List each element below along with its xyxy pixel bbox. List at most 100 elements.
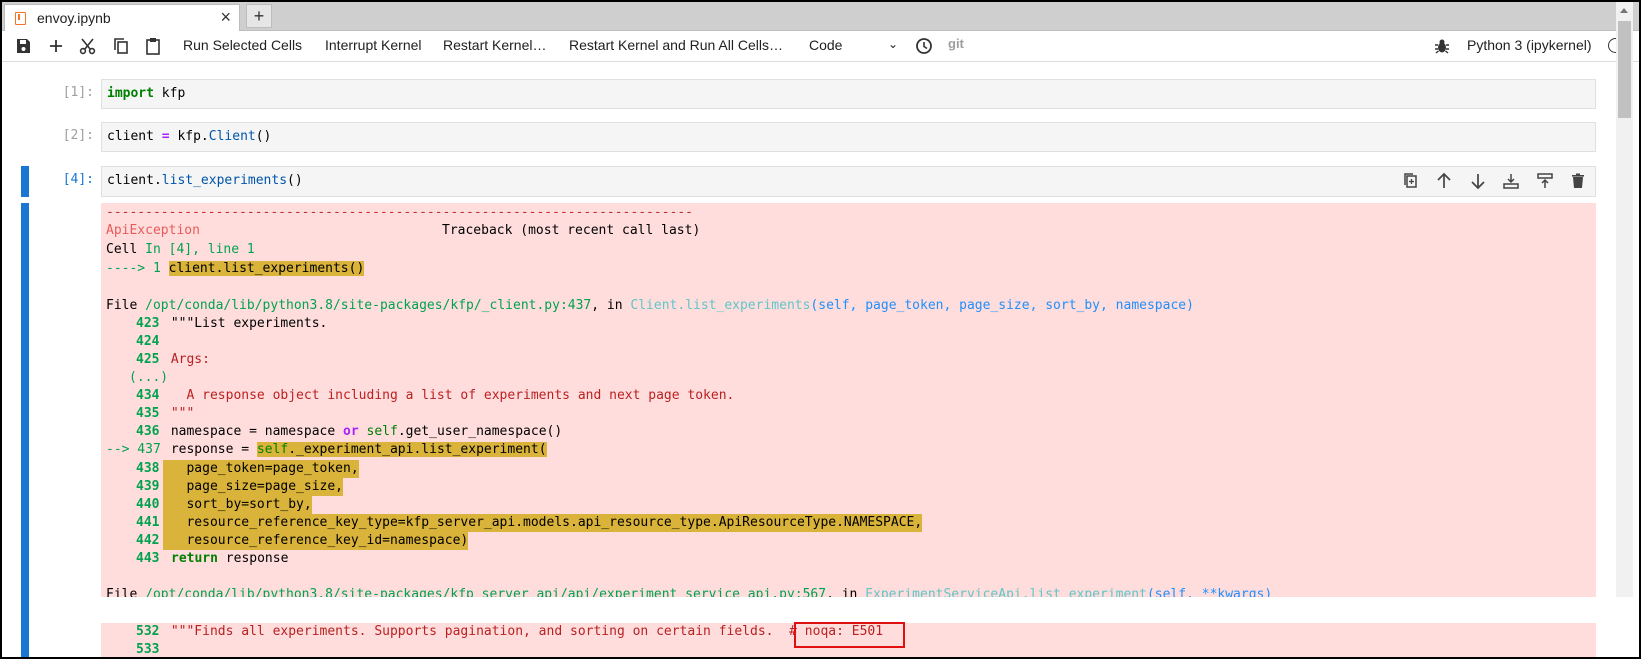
output-collapser[interactable] (21, 203, 29, 657)
cell-2-prompt: [2]: (62, 128, 94, 143)
move-down-icon[interactable] (1469, 172, 1487, 190)
traceback-line: ----> 1 client.list_experiments() (106, 260, 365, 278)
tab-bar: envoy.ipynb × + (2, 2, 1639, 31)
cell-1-input[interactable]: import kfp (101, 79, 1596, 109)
notebook-window: envoy.ipynb × + Run Selected Cells Inter… (0, 0, 1641, 659)
insert-below-icon[interactable] (1536, 172, 1554, 190)
traceback-title: Traceback (most recent call last) (442, 223, 701, 238)
scroll-up-arrow-icon[interactable] (1620, 8, 1628, 13)
cell-reference: Cell In [4], line 1 (106, 241, 255, 259)
cell-2-input[interactable]: client = kfp.Client() (101, 122, 1596, 152)
function-ref: Client.list_experiments (630, 298, 811, 313)
traceback-separator: ----------------------------------------… (106, 205, 693, 220)
debugger-bug-icon[interactable] (1431, 35, 1453, 57)
self-keyword: self (366, 424, 398, 439)
notebook-icon (15, 12, 26, 25)
keyword: return (171, 551, 218, 566)
code-text: kfp (153, 86, 186, 101)
new-tab-button[interactable]: + (246, 4, 272, 28)
duplicate-cell-icon[interactable] (1402, 172, 1420, 190)
cell-type-value: Code (809, 37, 843, 53)
line-number: 439 (136, 479, 160, 494)
notebook-panel[interactable]: [1]: import kfp [2]: client = kfp.Client… (2, 62, 1639, 657)
cell-4-input[interactable]: client.list_experiments() (101, 166, 1596, 197)
tab-envoy-notebook[interactable]: envoy.ipynb × (4, 4, 240, 31)
code-text: """ (163, 406, 195, 421)
text: File (106, 298, 146, 313)
noqa-highlight-box (794, 622, 905, 648)
line-number: 533 (136, 642, 160, 657)
cell-4-error-output: ----------------------------------------… (101, 203, 1596, 597)
function-ref: ExperimentServiceApi.list_experiment (865, 587, 1147, 597)
cell-4-prompt: [4]: (62, 172, 94, 187)
add-cell-icon[interactable] (45, 35, 67, 57)
exception-header: ApiException Traceback (most recent call … (106, 222, 700, 240)
paste-icon[interactable] (142, 35, 164, 57)
line-number: 442 (136, 533, 160, 548)
text: , in (591, 298, 631, 313)
text: File (106, 587, 146, 597)
move-up-icon[interactable] (1435, 172, 1453, 190)
code-text: client. (107, 173, 162, 188)
cut-icon[interactable] (77, 35, 99, 57)
code-text: """List experiments. (163, 316, 328, 331)
line-number: 441 (136, 515, 160, 530)
interrupt-kernel-button[interactable]: Interrupt Kernel (325, 37, 422, 53)
restart-run-all-button[interactable]: Restart Kernel and Run All Cells… (569, 37, 783, 53)
operator: = (161, 129, 170, 144)
cell-type-select[interactable]: Code ⌄ (809, 37, 898, 53)
line-number: 425 (136, 352, 160, 367)
exception-name: ApiException (106, 223, 200, 238)
tab-title: envoy.ipynb (37, 10, 111, 26)
function-args: (self, **kwargs) (1146, 587, 1273, 597)
copy-icon[interactable] (110, 35, 132, 57)
line-number: 440 (136, 497, 160, 512)
function-name: Client (208, 129, 256, 144)
vertical-scrollbar[interactable] (1616, 2, 1633, 597)
delete-cell-icon[interactable] (1569, 172, 1587, 190)
kernel-name[interactable]: Python 3 (ipykernel) (1467, 37, 1592, 53)
git-button[interactable]: git (948, 36, 964, 51)
line-number: 424 (136, 334, 160, 349)
line-number: 435 (136, 406, 160, 421)
code-text: namespace = namespace (163, 424, 344, 439)
code-text: response (217, 551, 289, 566)
restart-kernel-button[interactable]: Restart Kernel… (443, 37, 546, 53)
code-text: client (107, 129, 162, 144)
clock-icon[interactable] (913, 35, 935, 57)
highlighted-code: ._experiment_api.list_experiment( (288, 442, 547, 457)
code-text: Args: (163, 352, 210, 367)
scroll-thumb[interactable] (1618, 21, 1631, 118)
line-number: 436 (136, 424, 160, 439)
file-reference: File /opt/conda/lib/python3.8/site-packa… (106, 586, 1272, 597)
ellipsis: (...) (129, 370, 169, 385)
keyword: or (343, 424, 359, 439)
input-collapser[interactable] (21, 166, 29, 197)
line-number: 438 (136, 461, 160, 476)
text: , in (826, 587, 866, 597)
highlighted-code: page_size=page_size, (163, 478, 344, 496)
highlighted-code: page_token=page_token, (163, 460, 359, 478)
code-text: """Finds all experiments. Supports pagin… (163, 624, 790, 639)
cell-link[interactable]: In [4], line 1 (145, 242, 255, 257)
insert-above-icon[interactable] (1502, 172, 1520, 190)
code-text: kfp. (169, 129, 209, 144)
run-selected-cells-button[interactable]: Run Selected Cells (183, 37, 302, 53)
save-icon[interactable] (12, 35, 34, 57)
keyword: import (107, 86, 154, 101)
file-path-link[interactable]: /opt/conda/lib/python3.8/site-packages/k… (145, 298, 591, 313)
notebook-toolbar: Run Selected Cells Interrupt Kernel Rest… (2, 31, 1639, 62)
text: Cell (106, 242, 146, 257)
highlighted-code: sort_by=sort_by, (163, 496, 312, 514)
line-number: 423 (136, 316, 160, 331)
file-path-link[interactable]: /opt/conda/lib/python3.8/site-packages/k… (145, 587, 826, 597)
code-text: A response object including a list of ex… (163, 388, 735, 403)
highlighted-code: resource_reference_key_type=kfp_server_a… (163, 514, 923, 532)
code-text: () (255, 129, 272, 144)
self-keyword: self (256, 442, 289, 457)
code-text: .get_user_namespace() (397, 424, 563, 439)
current-line-arrow: --> 437 (106, 442, 161, 457)
close-icon[interactable]: × (220, 7, 231, 28)
chevron-down-icon: ⌄ (888, 37, 899, 51)
